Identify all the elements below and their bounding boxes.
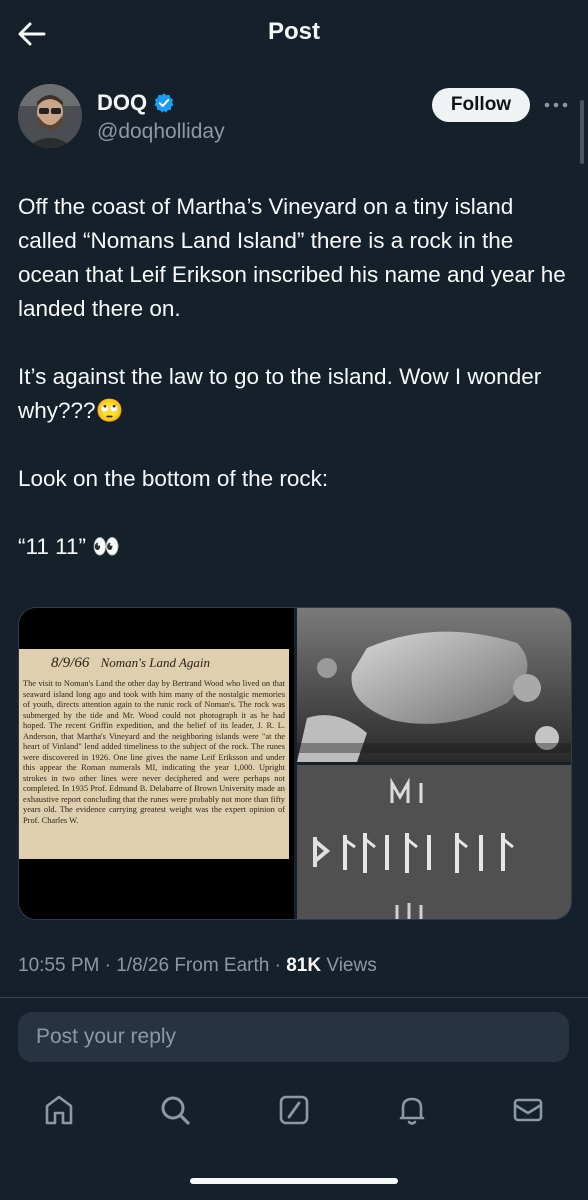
scrollbar[interactable] xyxy=(580,100,584,164)
reply-input[interactable]: Post your reply xyxy=(18,1012,569,1062)
rune-closeup-photo[interactable] xyxy=(297,765,571,919)
reply-placeholder: Post your reply xyxy=(36,1025,177,1048)
post-paragraph: “11 11” 👀 xyxy=(18,534,121,559)
clipping: 8/9/66 Noman's Land Again The visit to N… xyxy=(19,649,289,859)
clipping-headline: Noman's Land Again xyxy=(100,655,211,670)
post-paragraph: It’s against the law to go to the island… xyxy=(18,364,542,423)
avatar-photo xyxy=(18,84,82,148)
clipping-date: 8/9/66 xyxy=(51,655,90,671)
rock-photos xyxy=(297,608,571,919)
grok-icon[interactable] xyxy=(276,1092,312,1128)
newspaper-clipping-image[interactable]: 8/9/66 Noman's Land Again The visit to N… xyxy=(19,608,294,919)
search-icon[interactable] xyxy=(157,1092,193,1128)
follow-button[interactable]: Follow xyxy=(432,88,530,122)
rock-photo[interactable] xyxy=(297,608,571,762)
views-count: 81K xyxy=(286,955,322,976)
verified-badge-icon xyxy=(154,93,174,113)
messages-icon[interactable] xyxy=(510,1092,546,1128)
post-paragraph: Look on the bottom of the rock: xyxy=(18,466,329,491)
page-title: Post xyxy=(267,18,320,45)
author-handle[interactable]: @doqholliday xyxy=(97,120,225,144)
views-label: Views xyxy=(321,955,377,976)
post-time: 10:55 PM xyxy=(18,955,100,976)
author-name[interactable]: DOQ xyxy=(97,90,147,116)
divider xyxy=(0,997,588,998)
post-media[interactable]: 8/9/66 Noman's Land Again The visit to N… xyxy=(18,607,572,920)
post-metadata: 10:55 PM · 1/8/26 From Earth · 81K Views xyxy=(18,955,377,977)
post-paragraph: Off the coast of Martha’s Vineyard on a … xyxy=(18,194,566,321)
clipping-header: 8/9/66 Noman's Land Again xyxy=(51,655,210,672)
avatar[interactable] xyxy=(18,84,82,148)
notifications-icon[interactable] xyxy=(394,1092,430,1128)
separator: · xyxy=(269,955,287,976)
clipping-text: The visit to Noman's Land the other day … xyxy=(23,679,285,825)
post-date-source: 1/8/26 From Earth xyxy=(116,955,270,976)
author-name-row[interactable]: DOQ xyxy=(97,90,175,116)
home-indicator[interactable] xyxy=(190,1178,398,1184)
top-bar: Post xyxy=(0,0,588,68)
more-options-icon[interactable] xyxy=(540,93,572,117)
separator: · xyxy=(99,955,117,976)
post-text: Off the coast of Martha’s Vineyard on a … xyxy=(18,190,568,564)
home-icon[interactable] xyxy=(41,1092,77,1128)
